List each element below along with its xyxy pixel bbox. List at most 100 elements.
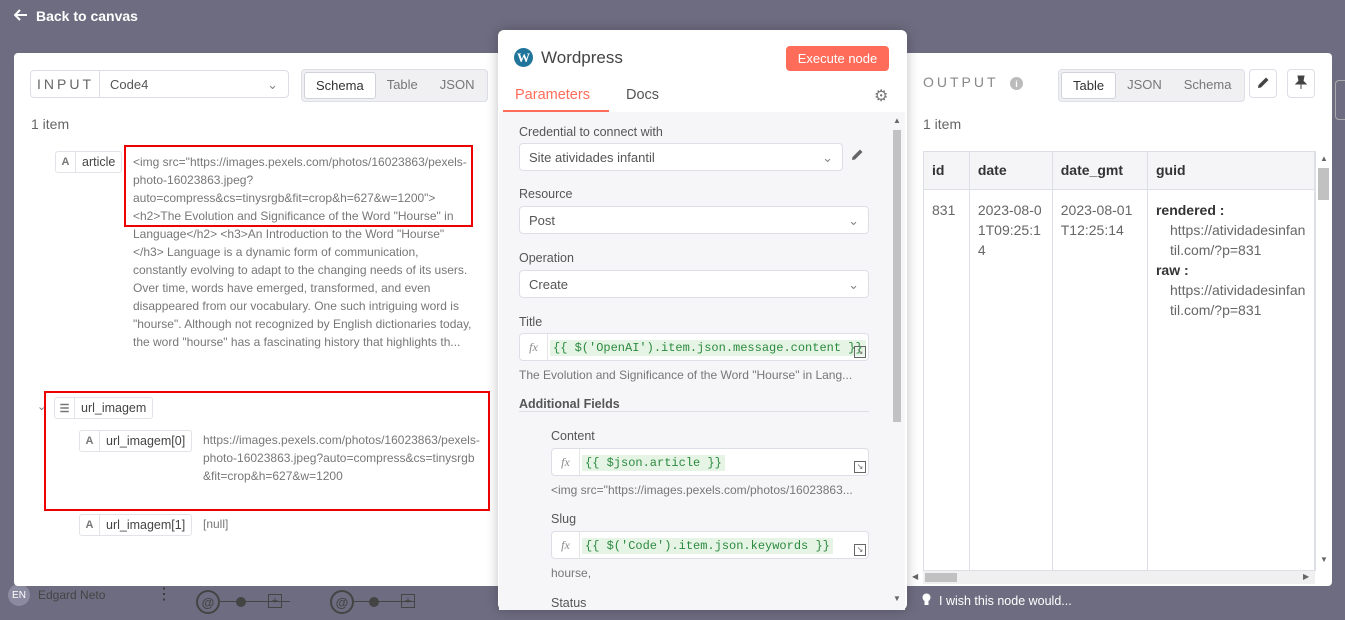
expand-icon[interactable]: ↘ — [854, 461, 866, 473]
resource-select[interactable]: Post ⌄ — [519, 206, 869, 234]
operation-label: Operation — [519, 251, 574, 265]
guid-raw-value: https://atividadesinfantil.com/?p=831 — [1169, 281, 1306, 318]
input-node-select-value: Code4 — [110, 77, 149, 92]
edit-credential-icon[interactable] — [851, 148, 864, 164]
input-view-schema[interactable]: Schema — [304, 72, 376, 99]
canvas-node-icon: @ — [330, 590, 354, 614]
scroll-left-icon[interactable]: ◀ — [912, 572, 918, 581]
canvas-node-icon: @ — [196, 590, 220, 614]
scroll-right-icon[interactable]: ▶ — [1303, 572, 1309, 581]
back-to-canvas-label: Back to canvas — [36, 8, 138, 24]
status-label: Status — [551, 596, 587, 610]
pin-output-button[interactable] — [1287, 69, 1315, 98]
credential-select[interactable]: Site atividades infantil ⌄ — [519, 143, 843, 171]
chevron-down-icon: ⌄ — [267, 77, 278, 92]
feedback-label: I wish this node would... — [939, 594, 1072, 608]
highlight-box — [44, 391, 490, 511]
output-view-json[interactable]: JSON — [1116, 72, 1173, 99]
wordpress-icon: W — [514, 48, 533, 67]
output-item-count: 1 item — [923, 116, 962, 132]
output-view-schema[interactable]: Schema — [1173, 72, 1243, 99]
schema-field-name: url_imagem[1] — [106, 518, 186, 532]
chevron-down-icon: ⌄ — [848, 277, 859, 292]
scrollbar-thumb[interactable] — [1318, 168, 1329, 200]
title-expression-value: {{ $('OpenAI').item.json.message.content… — [550, 340, 866, 356]
input-view-json[interactable]: JSON — [429, 72, 486, 99]
guid-rendered-value: https://atividadesinfantil.com/?p=831 — [1169, 221, 1306, 258]
table-header-date-gmt: date_gmt — [1052, 152, 1148, 190]
output-view-toggle[interactable]: Table JSON Schema — [1058, 69, 1246, 102]
scroll-up-icon[interactable]: ▲ — [1320, 154, 1328, 163]
table-header-guid: guid — [1147, 152, 1315, 190]
guid-raw-key: raw : — [1155, 261, 1189, 278]
pencil-icon — [1257, 76, 1270, 92]
output-table: id date date_gmt guid 831 2023-08-01T09:… — [923, 151, 1316, 571]
schema-field-value: [null] — [203, 517, 229, 531]
expand-icon[interactable]: ↘ — [854, 544, 866, 556]
user-profile[interactable]: EN Edgard Neto — [8, 584, 105, 606]
operation-select-value: Create — [529, 277, 569, 292]
active-tab-indicator — [503, 110, 609, 112]
canvas-connector-dot — [236, 597, 246, 607]
scroll-down-icon[interactable]: ▼ — [1320, 555, 1328, 564]
string-type-icon: A — [56, 152, 76, 172]
schema-field-name: article — [82, 155, 116, 169]
canvas-add-icon: + — [401, 594, 415, 608]
title-label: Title — [519, 315, 543, 329]
input-view-toggle[interactable]: Schema Table JSON — [301, 69, 489, 102]
table-header-date: date — [969, 152, 1053, 190]
input-title: INPUT — [37, 76, 94, 92]
canvas-add-icon: + — [268, 594, 282, 608]
table-cell-date: 2023-08-01T09:25:14 — [969, 189, 1053, 570]
additional-fields-label: Additional Fields — [519, 397, 620, 411]
back-to-canvas-link[interactable]: Back to canvas — [13, 8, 138, 24]
input-view-table[interactable]: Table — [376, 72, 429, 99]
guid-rendered-key: rendered : — [1155, 201, 1225, 218]
title-expression-input[interactable]: fx {{ $('OpenAI').item.json.message.cont… — [519, 333, 869, 361]
tab-docs[interactable]: Docs — [626, 87, 659, 103]
schema-field-url-imagem-1[interactable]: A url_imagem[1] — [79, 514, 193, 536]
side-panel-edge — [1335, 80, 1345, 120]
string-type-icon: A — [80, 515, 100, 535]
feedback-link[interactable]: I wish this node would... — [922, 593, 1072, 609]
scroll-up-icon[interactable]: ▲ — [893, 116, 901, 125]
content-expression-input[interactable]: fx {{ $json.article }} ↘ — [551, 448, 869, 476]
table-header-id: id — [924, 152, 970, 190]
pin-icon — [1294, 75, 1308, 92]
tab-parameters[interactable]: Parameters — [515, 87, 590, 103]
credential-label: Credential to connect with — [519, 125, 663, 139]
execute-node-button[interactable]: Execute node — [786, 46, 889, 71]
chevron-down-icon: ⌄ — [848, 213, 859, 228]
resource-label: Resource — [519, 187, 573, 201]
table-cell-id: 831 — [924, 189, 970, 570]
expand-icon[interactable]: ↘ — [854, 346, 866, 358]
output-view-table[interactable]: Table — [1061, 72, 1117, 99]
lightbulb-icon — [922, 593, 931, 609]
scrollbar-thumb[interactable] — [893, 130, 901, 422]
schema-field-article[interactable]: A article — [55, 151, 123, 173]
fx-icon: fx — [520, 334, 548, 360]
input-item-count: 1 item — [31, 116, 70, 132]
slug-expression-value: {{ $('Code').item.json.keywords }} — [582, 538, 833, 554]
scrollbar-thumb[interactable] — [925, 573, 957, 582]
scroll-down-icon[interactable]: ▼ — [893, 594, 901, 603]
info-icon[interactable]: i — [1010, 77, 1023, 90]
user-menu-icon[interactable]: ⋮ — [156, 584, 172, 604]
content-label: Content — [551, 429, 595, 443]
gear-icon[interactable]: ⚙ — [874, 86, 888, 106]
arrow-left-icon — [13, 8, 28, 24]
edit-output-button[interactable] — [1249, 69, 1277, 98]
avatar: EN — [8, 584, 30, 606]
operation-select[interactable]: Create ⌄ — [519, 270, 869, 298]
divider — [519, 411, 869, 412]
node-title[interactable]: Wordpress — [541, 48, 623, 68]
highlight-box — [124, 145, 473, 227]
fx-icon: fx — [552, 449, 580, 475]
table-cell-date-gmt: 2023-08-01T12:25:14 — [1052, 189, 1148, 570]
canvas-connector-dot — [369, 597, 379, 607]
table-cell-guid: rendered : https://atividadesinfantil.co… — [1147, 189, 1315, 570]
horizontal-scrollbar[interactable] — [923, 571, 1315, 584]
input-node-select[interactable]: Code4 ⌄ — [99, 70, 289, 98]
fx-icon: fx — [552, 532, 580, 558]
slug-expression-input[interactable]: fx {{ $('Code').item.json.keywords }} ↘ — [551, 531, 869, 559]
